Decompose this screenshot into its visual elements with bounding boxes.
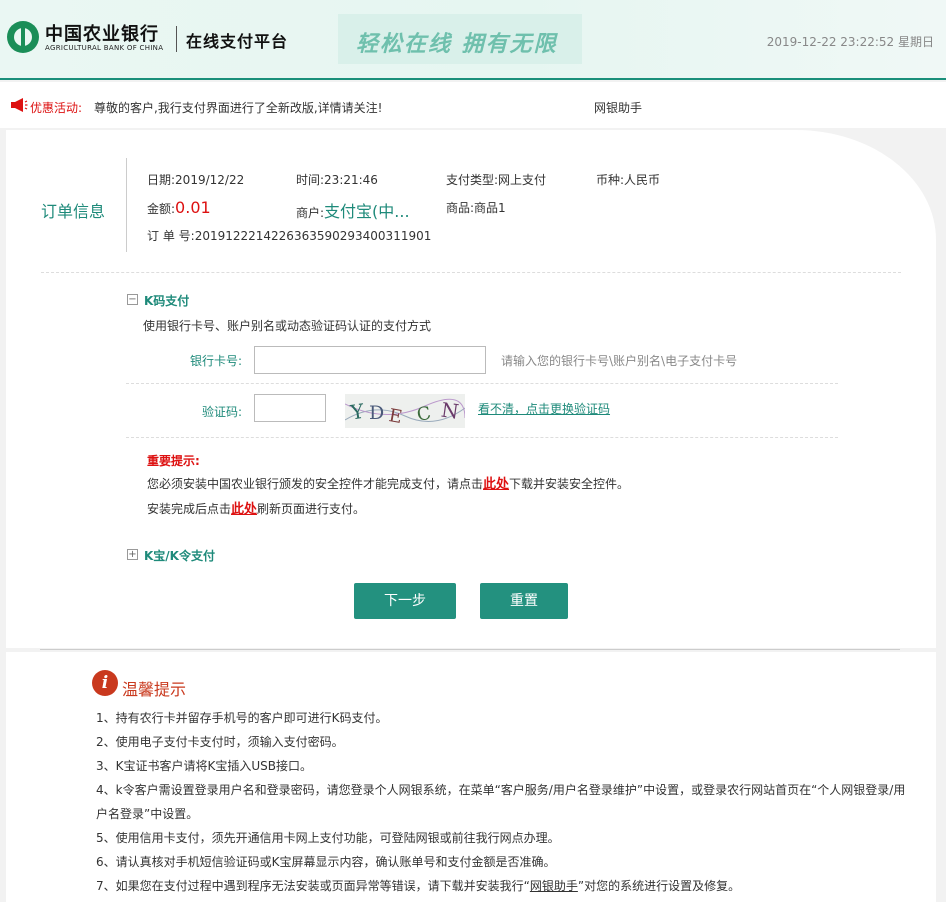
card-number-label: 银行卡号:	[189, 354, 242, 368]
captcha-input[interactable]	[254, 394, 326, 422]
tip-refresh-page: 安装完成后点击此处刷新页面进行支付。	[147, 502, 366, 517]
info-icon: i	[92, 670, 118, 696]
kcode-description: 使用银行卡号、账户别名或动态验证码认证的支付方式	[143, 319, 432, 333]
tip-item-5: 5、使用信用卡支付，须先开通信用卡网上支付功能，可登陆网银或前往我行网点办理。	[96, 831, 560, 845]
row-divider	[126, 383, 838, 384]
platform-title: 在线支付平台	[186, 32, 289, 51]
page-header: 中国农业银行 AGRICULTURAL BANK OF CHINA 在线支付平台…	[0, 0, 946, 80]
kcode-section-title[interactable]: K码支付	[144, 292, 189, 309]
captcha-char-4: C	[415, 403, 433, 426]
captcha-char-1: Y	[348, 399, 366, 425]
order-info-title: 订单信息	[41, 202, 106, 221]
order-time: 时间:23:21:46	[296, 173, 378, 187]
important-tip-title: 重要提示:	[147, 454, 200, 468]
captcha-char-3: E	[387, 405, 404, 428]
order-divider-vertical	[126, 158, 127, 252]
slogan-text: 轻松在线 拥有无限	[356, 32, 558, 57]
current-datetime: 2019-12-22 23:22:52 星期日	[766, 35, 934, 49]
bank-name-en: AGRICULTURAL BANK OF CHINA	[45, 44, 164, 52]
captcha-char-5: N	[440, 398, 461, 424]
reset-button[interactable]: 重置	[480, 583, 568, 619]
order-date: 日期:2019/12/22	[147, 173, 245, 187]
kbao-expand-icon[interactable]: +	[127, 549, 138, 560]
refresh-page-link[interactable]: 此处	[231, 502, 257, 517]
abc-logo-icon	[7, 21, 39, 53]
megaphone-icon	[11, 98, 28, 112]
order-currency: 币种:人民币	[596, 173, 661, 187]
order-number: 订 单 号:2019122214226363590293400311901	[147, 229, 432, 243]
card-number-input[interactable]	[254, 346, 486, 374]
tip-item-3: 3、K宝证书客户请将K宝插入USB接口。	[96, 759, 313, 773]
tip-item-1: 1、持有农行卡并留存手机号的客户即可进行K码支付。	[96, 711, 388, 725]
tip-item-4: 4、k令客户需设置登录用户名和登录密码，请您登录个人网银系统，在菜单“客户服务/…	[96, 783, 906, 821]
order-amount: 金额:0.01	[147, 198, 211, 217]
netbank-helper-link[interactable]: 网银助手	[594, 99, 642, 116]
download-control-link[interactable]: 此处	[483, 477, 509, 492]
next-step-button[interactable]: 下一步	[354, 583, 456, 619]
notice-bar: 优惠活动: 尊敬的客户,我行支付界面进行了全新改版,详情请关注! 网银助手	[0, 82, 946, 128]
order-merchant: 商户:支付宝(中...	[296, 202, 410, 221]
captcha-label: 验证码:	[201, 405, 242, 419]
card-number-hint: 请输入您的银行卡号\账户别名\电子支付卡号	[501, 354, 738, 368]
warm-tips-title: 温馨提示	[122, 680, 187, 699]
promo-label: 优惠活动:	[30, 101, 83, 115]
kbao-section-title[interactable]: K宝/K令支付	[144, 547, 215, 564]
netbank-helper-download-link[interactable]: 网银助手	[530, 879, 578, 893]
kcode-collapse-icon[interactable]: −	[127, 294, 138, 305]
tip-item-2: 2、使用电子支付卡支付时，须输入支付密码。	[96, 735, 344, 749]
row-divider	[126, 437, 838, 438]
captcha-image[interactable]: Y D E C N	[345, 394, 465, 428]
tip-item-7: 7、如果您在支付过程中遇到程序无法安装或页面异常等错误，请下载并安装我行“网银助…	[96, 879, 741, 893]
order-goods: 商品:商品1	[446, 201, 506, 215]
tip-item-6: 6、请认真核对手机短信验证码或K宝屏幕显示内容，确认账单号和支付金额是否准确。	[96, 855, 556, 869]
bank-name-cn: 中国农业银行	[45, 24, 159, 45]
promo-text[interactable]: 尊敬的客户,我行支付界面进行了全新改版,详情请关注!	[94, 99, 382, 116]
order-divider	[41, 272, 901, 273]
section-separator	[40, 649, 900, 650]
order-pay-type: 支付类型:网上支付	[446, 173, 547, 187]
tip-download-control: 您必须安装中国农业银行颁发的安全控件才能完成支付，请点击此处下载并安装安全控件。	[147, 477, 630, 492]
captcha-char-2: D	[369, 402, 384, 424]
header-divider	[176, 26, 177, 52]
payment-panel: 订单信息 日期:2019/12/22 时间:23:21:46 支付类型:网上支付…	[6, 130, 936, 648]
warm-tips-panel: i 温馨提示 1、持有农行卡并留存手机号的客户即可进行K码支付。 2、使用电子支…	[6, 652, 936, 902]
refresh-captcha-link[interactable]: 看不清，点击更换验证码	[478, 400, 610, 417]
